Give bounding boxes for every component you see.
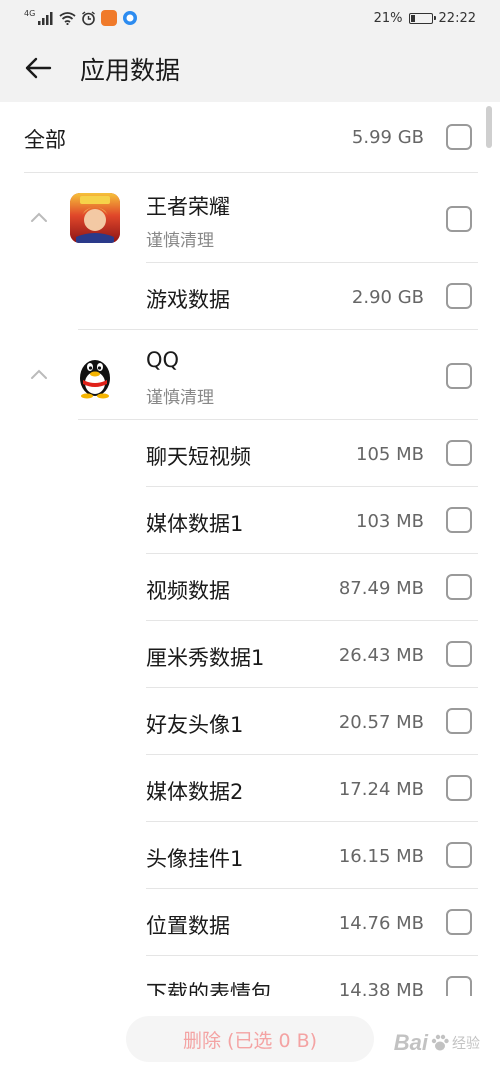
wifi-icon xyxy=(59,12,76,25)
battery-level xyxy=(410,14,415,22)
app-subtitle: 谨慎清理 xyxy=(146,231,214,251)
back-arrow-icon xyxy=(25,57,52,79)
data-item-label: 头像挂件1 xyxy=(146,847,244,871)
data-item-label: 媒体数据2 xyxy=(146,780,244,804)
screen: 4G 21% 22:22 应用数据 全部 5.99 GB 王者荣耀 谨慎清理 游… xyxy=(0,0,500,1083)
data-item-row[interactable]: 厘米秀数据1 26.43 MB xyxy=(0,621,500,688)
data-item-checkbox[interactable] xyxy=(446,283,472,309)
data-item-checkbox[interactable] xyxy=(446,641,472,667)
data-item-size: 14.76 MB xyxy=(338,913,424,934)
data-item-size: 26.43 MB xyxy=(338,645,424,666)
data-item-checkbox[interactable] xyxy=(446,507,472,533)
data-item-row[interactable]: 视频数据 87.49 MB xyxy=(0,554,500,621)
data-item-checkbox[interactable] xyxy=(446,976,472,996)
status-left-group: 4G xyxy=(24,8,138,28)
chevron-up-icon[interactable] xyxy=(28,364,50,386)
browser-icon xyxy=(123,11,138,25)
status-right-group: 21% 22:22 xyxy=(374,8,476,28)
data-item-size: 14.38 MB xyxy=(338,980,424,996)
app-name: QQ xyxy=(146,348,180,372)
status-bar: 4G 21% 22:22 xyxy=(0,0,500,36)
all-label: 全部 xyxy=(24,128,66,152)
app-data-list[interactable]: 全部 5.99 GB 王者荣耀 谨慎清理 游戏数据 2.90 GB QQ 谨慎清… xyxy=(0,102,500,996)
app-header: 应用数据 xyxy=(0,36,500,102)
app-checkbox[interactable] xyxy=(446,206,472,232)
data-item-checkbox[interactable] xyxy=(446,842,472,868)
data-item-row[interactable]: 媒体数据2 17.24 MB xyxy=(0,755,500,822)
battery-percent: 21% xyxy=(373,10,403,26)
bottom-action-bar: 删除 (已选 0 B) Bai 经验 xyxy=(0,996,500,1083)
data-item-size: 16.15 MB xyxy=(338,846,424,867)
data-item-checkbox[interactable] xyxy=(446,574,472,600)
watermark-suffix: 经验 xyxy=(452,1035,480,1051)
app-notification-icon xyxy=(101,10,118,26)
data-item-label: 媒体数据1 xyxy=(146,512,244,536)
network-type: 4G xyxy=(24,9,36,18)
alarm-icon xyxy=(82,10,96,25)
app-name: 王者荣耀 xyxy=(146,195,230,219)
all-row[interactable]: 全部 5.99 GB xyxy=(0,102,500,173)
data-item-row[interactable]: 头像挂件1 16.15 MB xyxy=(0,822,500,889)
all-checkbox[interactable] xyxy=(446,124,472,150)
baidu-watermark: Bai 经验 xyxy=(394,1030,480,1056)
back-button[interactable] xyxy=(20,50,56,86)
data-item-label: 聊天短视频 xyxy=(146,445,251,469)
data-item-row[interactable]: 下载的表情包 14.38 MB xyxy=(0,956,500,996)
data-item-checkbox[interactable] xyxy=(446,775,472,801)
data-item-checkbox[interactable] xyxy=(446,909,472,935)
data-item-label: 好友头像1 xyxy=(146,713,244,737)
data-item-label: 厘米秀数据1 xyxy=(146,646,265,670)
app-row-honor-of-kings[interactable]: 王者荣耀 谨慎清理 xyxy=(0,173,500,263)
data-item-label: 视频数据 xyxy=(146,579,230,603)
paw-icon xyxy=(431,1034,449,1051)
app-checkbox[interactable] xyxy=(446,363,472,389)
delete-button[interactable]: 删除 (已选 0 B) xyxy=(126,1016,374,1062)
app-subtitle: 谨慎清理 xyxy=(146,388,214,408)
chevron-up-icon[interactable] xyxy=(28,207,50,229)
app-row-qq[interactable]: QQ 谨慎清理 xyxy=(0,330,500,420)
data-item-row[interactable]: 游戏数据 2.90 GB xyxy=(0,263,500,330)
scrollbar-thumb[interactable] xyxy=(486,106,492,148)
page-title: 应用数据 xyxy=(80,56,181,85)
data-item-checkbox[interactable] xyxy=(446,440,472,466)
data-item-size: 17.24 MB xyxy=(338,779,424,800)
battery-icon xyxy=(408,12,436,24)
data-item-size: 105 MB xyxy=(356,444,424,465)
data-item-size: 87.49 MB xyxy=(338,578,424,599)
signal-icon xyxy=(38,12,53,25)
data-item-checkbox[interactable] xyxy=(446,708,472,734)
data-item-label: 下载的表情包 xyxy=(146,981,272,996)
all-size: 5.99 GB xyxy=(351,127,424,148)
data-item-size: 20.57 MB xyxy=(338,712,424,733)
data-item-size: 2.90 GB xyxy=(351,287,424,308)
data-item-row[interactable]: 媒体数据1 103 MB xyxy=(0,487,500,554)
data-item-row[interactable]: 聊天短视频 105 MB xyxy=(0,420,500,487)
watermark-text: Bai xyxy=(393,1030,428,1055)
data-item-row[interactable]: 好友头像1 20.57 MB xyxy=(0,688,500,755)
data-item-label: 游戏数据 xyxy=(146,288,230,312)
data-item-label: 位置数据 xyxy=(146,914,230,938)
qq-penguin-icon xyxy=(70,350,120,400)
clock: 22:22 xyxy=(438,10,476,26)
data-item-size: 103 MB xyxy=(356,511,424,532)
honor-of-kings-icon xyxy=(70,193,120,243)
data-item-row[interactable]: 位置数据 14.76 MB xyxy=(0,889,500,956)
